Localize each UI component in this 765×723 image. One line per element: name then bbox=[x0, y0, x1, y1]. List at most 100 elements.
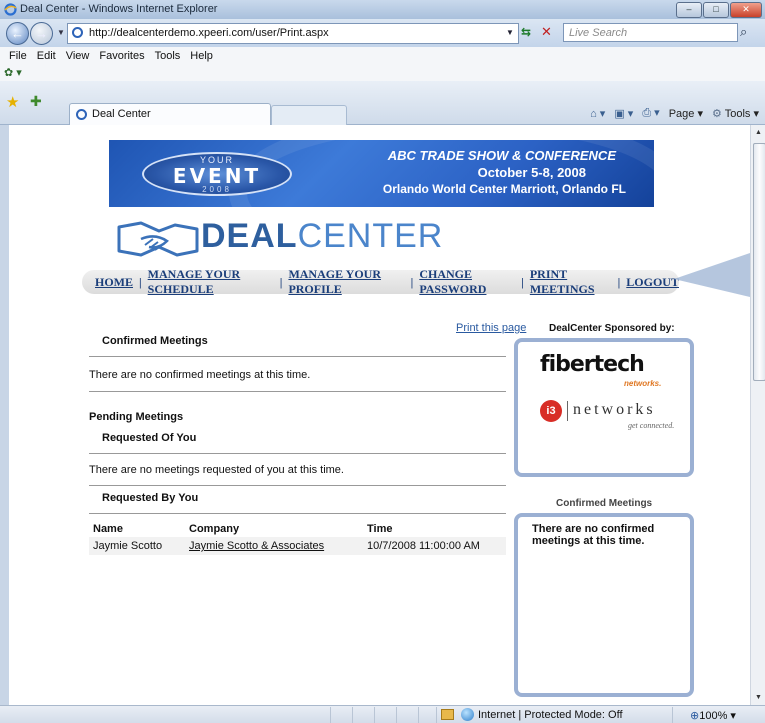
scroll-down-icon[interactable]: ▼ bbox=[755, 694, 762, 701]
dealcenter-wordmark: DEALCENTER bbox=[201, 217, 443, 256]
address-dropdown-icon[interactable]: ▼ bbox=[506, 28, 514, 37]
tab-deal-center[interactable]: Deal Center bbox=[69, 103, 271, 125]
divider bbox=[89, 485, 506, 486]
menu-bar: File Edit View Favorites Tools Help bbox=[0, 47, 765, 65]
status-divider bbox=[374, 707, 375, 723]
nav-change-password[interactable]: CHANGE PASSWORD bbox=[419, 267, 515, 297]
home-icon[interactable]: ⌂ ▾ bbox=[590, 107, 605, 120]
tab-bar: ★ ✚ Deal Center ⌂ ▾ ▣ ▾ ⎙ ▾ Page ▾ ⚙ Too… bbox=[0, 81, 765, 125]
event-logo: YOUR EVENT 2008 bbox=[142, 152, 292, 196]
new-tab-button[interactable] bbox=[271, 105, 347, 125]
requested-by-you-heading: Requested By You bbox=[102, 492, 199, 504]
close-button[interactable]: ✕ bbox=[730, 2, 762, 18]
favorites-star-icon[interactable]: ★ bbox=[6, 93, 19, 111]
callout-pointer bbox=[674, 253, 750, 297]
search-icon[interactable]: ⌕ bbox=[740, 24, 747, 40]
i3-networks-logo[interactable]: i3 networks get connected. bbox=[540, 400, 690, 430]
print-page-link[interactable]: Print this page bbox=[456, 322, 526, 334]
maximize-button[interactable]: □ bbox=[703, 2, 729, 18]
fibertech-logo[interactable]: fibertech networks. bbox=[540, 352, 680, 392]
menu-view[interactable]: View bbox=[61, 47, 95, 65]
menu-edit[interactable]: Edit bbox=[32, 47, 61, 65]
recent-pages-dropdown-icon[interactable]: ▼ bbox=[57, 28, 65, 37]
confirmed-message: There are no confirmed meetings at this … bbox=[89, 369, 311, 381]
sidebar-confirmed-message: There are no confirmed meetings at this … bbox=[532, 523, 655, 547]
divider bbox=[89, 391, 506, 392]
page-icon bbox=[76, 109, 87, 120]
search-placeholder: Live Search bbox=[569, 27, 628, 39]
security-icon[interactable] bbox=[441, 709, 454, 720]
search-input[interactable]: Live Search bbox=[563, 23, 738, 42]
table-header-row: Name Company Time bbox=[89, 521, 506, 537]
nav-manage-profile[interactable]: MANAGE YOUR PROFILE bbox=[288, 267, 404, 297]
col-company: Company bbox=[189, 523, 240, 535]
divider bbox=[89, 513, 506, 514]
feeds-icon[interactable]: ▣ ▾ bbox=[614, 107, 633, 120]
links-icon[interactable]: ✿ ▾ bbox=[4, 66, 22, 79]
handshake-icon bbox=[117, 221, 199, 257]
i3-divider bbox=[567, 401, 568, 421]
col-name: Name bbox=[93, 523, 123, 535]
window-controls: – □ ✕ bbox=[676, 2, 762, 18]
cell-time: 10/7/2008 11:00:00 AM bbox=[363, 537, 506, 555]
nav-separator: | bbox=[279, 274, 283, 289]
menu-file[interactable]: File bbox=[4, 47, 32, 65]
sponsors-box: fibertech networks. i3 networks get conn… bbox=[514, 338, 694, 477]
event-banner: YOUR EVENT 2008 ABC TRADE SHOW & CONFERE… bbox=[109, 140, 654, 207]
confirmed-heading: Confirmed Meetings bbox=[102, 335, 208, 347]
nav-home[interactable]: HOME bbox=[95, 275, 133, 290]
page-menu[interactable]: Page ▾ bbox=[669, 107, 703, 120]
banner-title: ABC TRADE SHOW & CONFERENCE bbox=[387, 148, 616, 163]
forward-button[interactable]: → bbox=[30, 22, 53, 45]
sidebar-confirmed-title: Confirmed Meetings bbox=[556, 498, 653, 509]
address-bar[interactable]: http://dealcenterdemo.xpeeri.com/user/Pr… bbox=[67, 23, 519, 44]
address-url[interactable]: http://dealcenterdemo.xpeeri.com/user/Pr… bbox=[89, 27, 329, 39]
nav-separator: | bbox=[139, 274, 142, 289]
sidebar-confirmed-box: There are no confirmed meetings at this … bbox=[514, 513, 694, 697]
status-divider bbox=[330, 707, 331, 723]
nav-manage-schedule[interactable]: MANAGE YOUR SCHEDULE bbox=[148, 267, 274, 297]
col-time: Time bbox=[367, 523, 393, 535]
scroll-up-icon[interactable]: ▲ bbox=[755, 129, 762, 136]
cell-name: Jaymie Scotto bbox=[89, 537, 185, 555]
print-icon[interactable]: ⎙ ▾ bbox=[642, 106, 659, 120]
scroll-thumb[interactable] bbox=[753, 143, 765, 381]
zoom-icon: ⊕ bbox=[690, 710, 700, 722]
vertical-scrollbar[interactable]: ▲ ▼ bbox=[750, 125, 765, 705]
refresh-icon[interactable]: ⇆ bbox=[521, 25, 531, 39]
menu-favorites[interactable]: Favorites bbox=[94, 47, 149, 65]
back-button[interactable]: ← bbox=[6, 22, 29, 45]
page-menu-label: Page bbox=[668, 107, 695, 120]
status-divider bbox=[352, 707, 353, 723]
requested-of-you-message: There are no meetings requested of you a… bbox=[89, 464, 344, 476]
i3-tagline: get connected. bbox=[628, 421, 675, 430]
tools-menu-label: Tools bbox=[724, 107, 751, 120]
zoom-value: 100% bbox=[699, 710, 728, 722]
meetings-column: Confirmed Meetings There are no confirme… bbox=[89, 335, 506, 555]
menu-help[interactable]: Help bbox=[185, 47, 218, 65]
banner-venue: Orlando World Center Marriott, Orlando F… bbox=[382, 182, 626, 196]
menu-tools[interactable]: Tools bbox=[150, 47, 186, 65]
status-divider bbox=[418, 707, 419, 723]
minimize-button[interactable]: – bbox=[676, 2, 702, 18]
nav-separator: | bbox=[410, 274, 414, 289]
event-logo-year: 2008 bbox=[202, 185, 232, 194]
pending-heading: Pending Meetings bbox=[89, 411, 184, 423]
zoom-level[interactable]: ⊕100% ▾ bbox=[690, 709, 736, 722]
dealcenter-logo: DEALCENTER bbox=[115, 217, 495, 261]
divider bbox=[89, 356, 506, 357]
address-row: ← → ▼ http://dealcenterdemo.xpeeri.com/u… bbox=[0, 19, 765, 47]
title-bar: Deal Center - Windows Internet Explorer … bbox=[0, 0, 765, 20]
links-bar: ✿ ▾ bbox=[0, 65, 765, 81]
i3-name: networks bbox=[573, 401, 656, 418]
tools-menu[interactable]: ⚙ Tools ▾ bbox=[712, 107, 759, 120]
i3-mark: i3 bbox=[540, 400, 562, 422]
add-favorites-icon[interactable]: ✚ bbox=[30, 93, 42, 110]
stop-icon[interactable]: ✕ bbox=[541, 24, 552, 40]
company-link[interactable]: Jaymie Scotto & Associates bbox=[189, 540, 324, 552]
page-icon bbox=[72, 27, 83, 38]
cell-company: Jaymie Scotto & Associates bbox=[185, 537, 363, 555]
divider bbox=[89, 453, 506, 454]
requested-by-you-table: Name Company Time Jaymie Scotto Jaymie S… bbox=[89, 521, 506, 555]
security-zone[interactable]: Internet | Protected Mode: Off bbox=[478, 709, 623, 721]
